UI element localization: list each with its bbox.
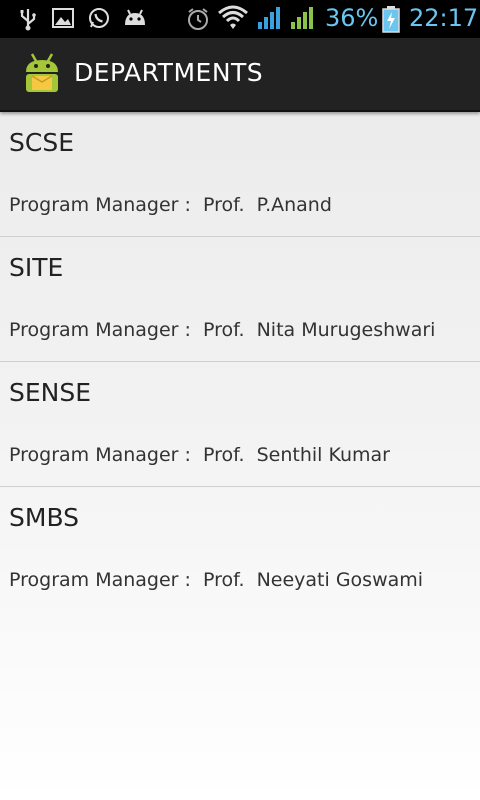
battery-percent: 36% [325, 4, 379, 32]
department-name: SCSE [9, 128, 74, 157]
usb-icon [20, 9, 36, 31]
status-bar: 36% 22:17 [0, 0, 480, 38]
program-manager: Program Manager : Prof. Neeyati Goswami [9, 569, 424, 591]
action-bar: DEPARTMENTS [0, 38, 480, 112]
wifi-icon [218, 5, 248, 29]
department-name: SITE [9, 253, 64, 282]
battery-charging-icon [382, 6, 400, 33]
alarm-icon [188, 8, 208, 30]
gallery-icon [52, 8, 74, 28]
signal-icon [258, 7, 280, 29]
list-item[interactable]: SMBS Program Manager : Prof. Neeyati Gos… [0, 487, 480, 611]
whatsapp-icon [89, 8, 109, 28]
clock: 22:17 [409, 4, 479, 32]
list-item[interactable]: SITE Program Manager : Prof. Nita Muruge… [0, 237, 480, 362]
android-app-icon[interactable] [22, 52, 62, 96]
program-manager: Program Manager : Prof. Senthil Kumar [9, 444, 390, 466]
android-debug-icon [125, 9, 145, 25]
department-name: SMBS [9, 503, 80, 532]
list-item[interactable]: SCSE Program Manager : Prof. P.Anand [0, 112, 480, 237]
program-manager: Program Manager : Prof. Nita Murugeshwar… [9, 319, 436, 341]
signal-icon [291, 7, 313, 29]
page-title: DEPARTMENTS [74, 58, 264, 87]
department-list: SCSE Program Manager : Prof. P.Anand SIT… [0, 112, 480, 611]
list-item[interactable]: SENSE Program Manager : Prof. Senthil Ku… [0, 362, 480, 487]
department-name: SENSE [9, 378, 92, 407]
program-manager: Program Manager : Prof. P.Anand [9, 194, 332, 216]
